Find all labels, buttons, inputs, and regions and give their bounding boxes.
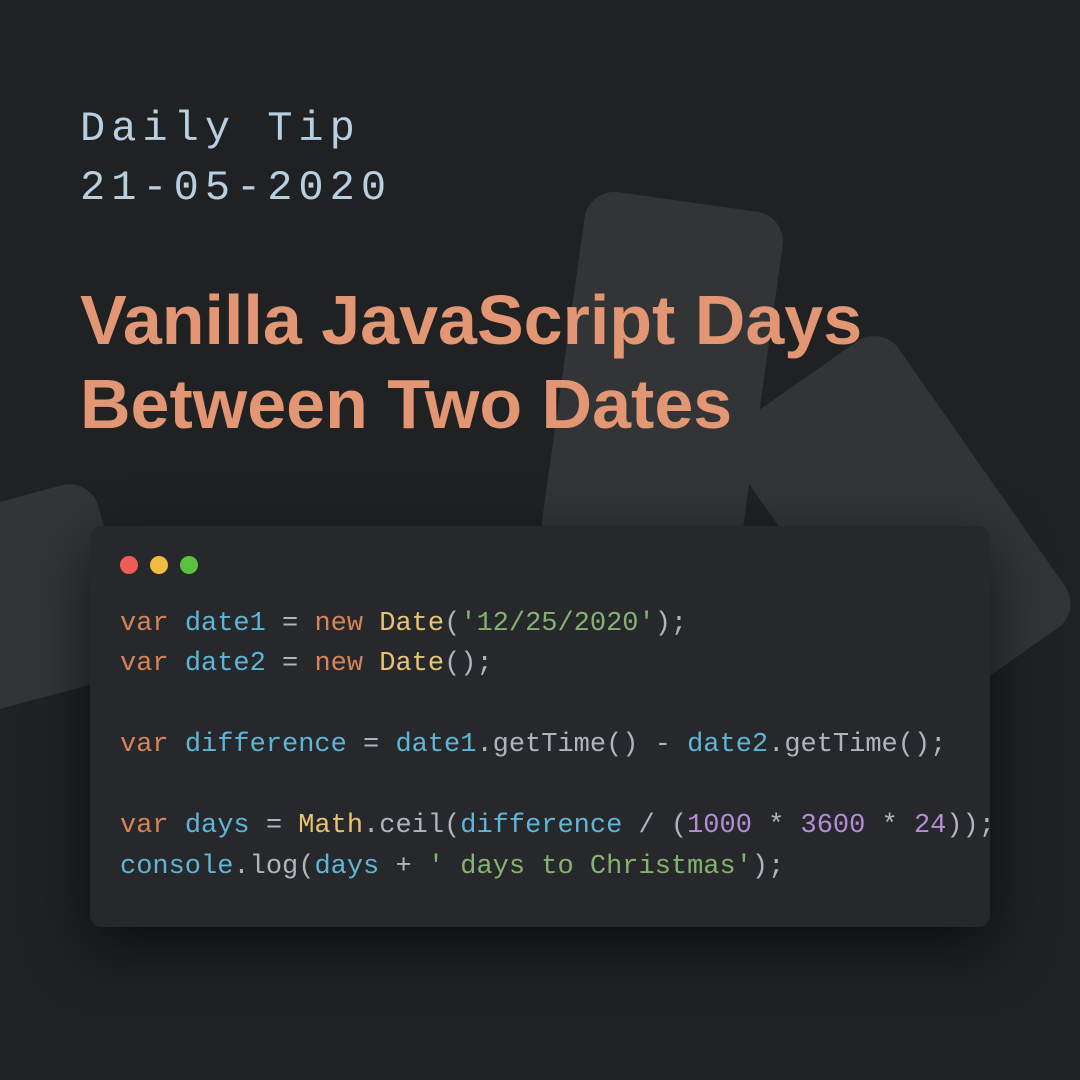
close-icon <box>120 556 138 574</box>
tip-label: Daily Tip <box>80 105 361 153</box>
window-controls <box>120 556 960 574</box>
var: date1 <box>185 609 266 639</box>
kw: var <box>120 609 169 639</box>
code-block: var date1 = new Date('12/25/2020'); var … <box>120 604 960 888</box>
maximize-icon <box>180 556 198 574</box>
subtitle-block: Daily Tip 21-05-2020 <box>80 100 1000 218</box>
minimize-icon <box>150 556 168 574</box>
page-title: Vanilla JavaScript Days Between Two Date… <box>80 278 1000 446</box>
code-window: var date1 = new Date('12/25/2020'); var … <box>90 526 990 928</box>
tip-date: 21-05-2020 <box>80 164 392 212</box>
